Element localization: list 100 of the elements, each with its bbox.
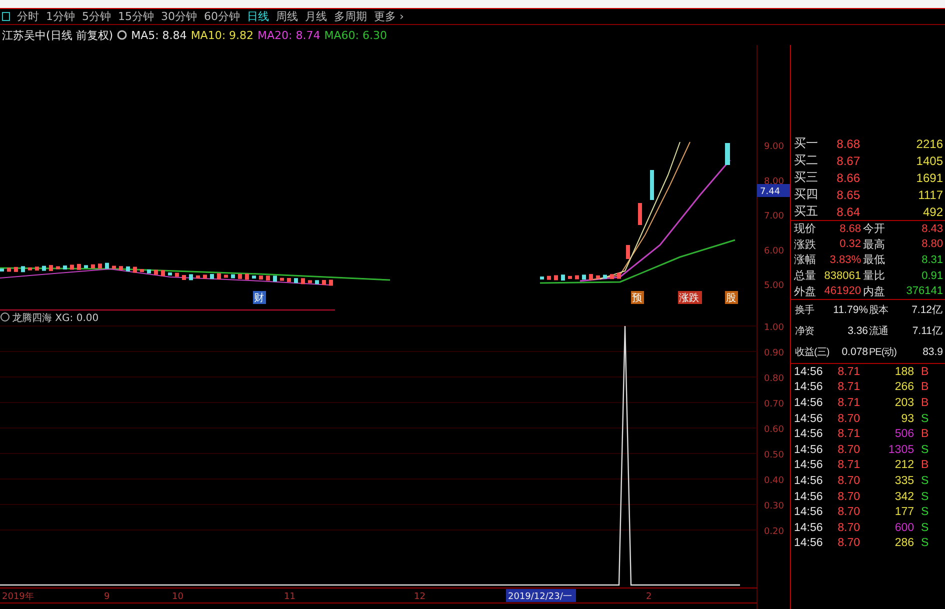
trade-time: 14:56	[794, 366, 824, 378]
date-axis-label: 9	[104, 592, 110, 602]
indicator-axis-label: 0.50	[764, 450, 784, 460]
quote-label: 总量	[794, 269, 817, 284]
moving-average-value: MA10: 9.82	[190, 28, 254, 42]
chart-title: 江苏吴中(日线 前复权)	[2, 28, 114, 42]
trade-price: 8.70	[836, 412, 860, 425]
fundamental-label: 流通	[868, 324, 889, 338]
trade-time: 14:56	[794, 537, 824, 550]
trade-side: B	[920, 428, 930, 440]
quote-value: 8.31	[920, 254, 943, 266]
period-tab[interactable]: 分时	[17, 9, 39, 24]
fundamental-value: 83.9	[922, 346, 943, 358]
fundamental-label: 股本	[868, 304, 889, 318]
event-marker: 财	[253, 291, 266, 304]
settings-icon[interactable]	[117, 30, 128, 40]
bid-label: 买二	[794, 152, 819, 169]
indicator-title: 龙腾四海 XG: 0.00	[12, 313, 99, 324]
trade-time: 14:56	[794, 444, 824, 456]
period-tab[interactable]: 更多 ›	[374, 9, 404, 24]
trade-side: S	[920, 490, 930, 503]
trade-side: S	[920, 444, 930, 456]
quote-value: 838061	[823, 270, 861, 282]
fundamental-label: 换手	[794, 304, 815, 318]
quote-label: 涨跌	[794, 238, 817, 252]
quote-value: 0.91	[920, 270, 943, 282]
window-icon[interactable]	[2, 12, 10, 21]
bid-volume: 2216	[915, 136, 943, 150]
trade-volume: 266	[894, 381, 914, 394]
fundamental-value: 7.12亿	[910, 303, 943, 318]
period-tab[interactable]: 日线	[247, 9, 269, 24]
trade-time: 14:56	[794, 506, 824, 518]
trade-side: B	[920, 459, 930, 472]
moving-average-value: MA60: 6.30	[324, 28, 387, 42]
period-tab[interactable]: 60分钟	[204, 9, 240, 24]
price-axis-label: 7.00	[764, 212, 784, 222]
fundamental-value: 3.36	[846, 325, 868, 338]
trade-volume: 342	[894, 490, 914, 503]
moving-average-value: MA5: 8.84	[131, 28, 187, 42]
period-tab[interactable]: 15分钟	[118, 9, 154, 24]
trade-volume: 335	[894, 474, 914, 487]
bid-label: 买一	[794, 135, 819, 152]
event-marker: 预	[631, 291, 644, 304]
quote-value: 8.80	[920, 238, 943, 250]
quote-label: 最低	[863, 253, 886, 268]
indicator-axis-label: 0.70	[764, 400, 784, 410]
trade-price: 8.71	[836, 396, 860, 409]
fundamental-label: PE(动)	[868, 346, 898, 360]
trade-time: 14:56	[794, 381, 824, 394]
period-tab[interactable]: 多周期	[334, 9, 367, 24]
period-tab[interactable]: 月线	[305, 9, 327, 24]
indicator-axis-label: 0.60	[764, 425, 784, 435]
trade-price: 8.71	[836, 428, 860, 440]
price-axis-label: 6.00	[764, 246, 784, 256]
indicator-axis-label: 0.90	[764, 348, 784, 358]
quote-label: 今开	[863, 222, 886, 236]
period-tab[interactable]: 30分钟	[161, 9, 197, 24]
period-tab[interactable]: 1分钟	[46, 9, 75, 24]
date-axis-label: 10	[172, 592, 184, 602]
indicator-axis-label: 0.40	[764, 476, 784, 486]
price-cursor-label: 7.44	[757, 184, 790, 197]
period-tab[interactable]: 周线	[276, 9, 298, 24]
trade-price: 8.70	[836, 490, 860, 503]
trade-side: S	[920, 412, 930, 425]
trade-volume: 177	[894, 506, 914, 518]
quote-label: 内盘	[863, 284, 886, 299]
trade-volume: 203	[894, 396, 914, 409]
indicator-axis-label: 0.30	[764, 502, 784, 512]
trade-price: 8.71	[836, 366, 860, 378]
trade-volume: 1305	[887, 444, 914, 456]
event-marker: 涨跌	[678, 291, 702, 304]
bid-label: 买五	[794, 203, 819, 220]
settings-icon[interactable]	[0, 312, 10, 322]
price-axis-label: 5.00	[764, 281, 784, 292]
trade-volume: 212	[894, 459, 914, 472]
trade-price: 8.70	[836, 506, 860, 518]
trade-time: 14:56	[794, 522, 824, 534]
date-axis-label: 2	[646, 592, 652, 602]
bid-price: 8.67	[836, 154, 860, 168]
quote-value: 461920	[823, 285, 861, 298]
quote-label: 外盘	[794, 284, 817, 299]
trade-side: S	[920, 522, 930, 534]
fundamental-value: 0.078	[840, 346, 868, 358]
period-tab[interactable]: 5分钟	[82, 9, 111, 24]
trade-time: 14:56	[794, 490, 824, 503]
trade-side: B	[920, 381, 930, 394]
trade-time: 14:56	[794, 412, 824, 425]
trade-volume: 93	[900, 412, 914, 425]
trade-price: 8.70	[836, 537, 860, 550]
date-cursor-label: 2019/12/23/一	[506, 589, 576, 602]
fundamental-label: 净资	[794, 325, 815, 338]
trade-price: 8.70	[836, 444, 860, 456]
date-axis-label: 2019年	[2, 592, 34, 602]
bid-volume: 1117	[917, 188, 943, 202]
quote-value: 3.83%	[828, 254, 861, 266]
quote-label: 量比	[863, 269, 886, 284]
bid-volume: 492	[922, 204, 943, 218]
price-axis-label: 9.00	[764, 142, 784, 152]
moving-average-value: MA20: 8.74	[258, 28, 320, 42]
indicator-axis-label: 0.80	[764, 374, 784, 384]
